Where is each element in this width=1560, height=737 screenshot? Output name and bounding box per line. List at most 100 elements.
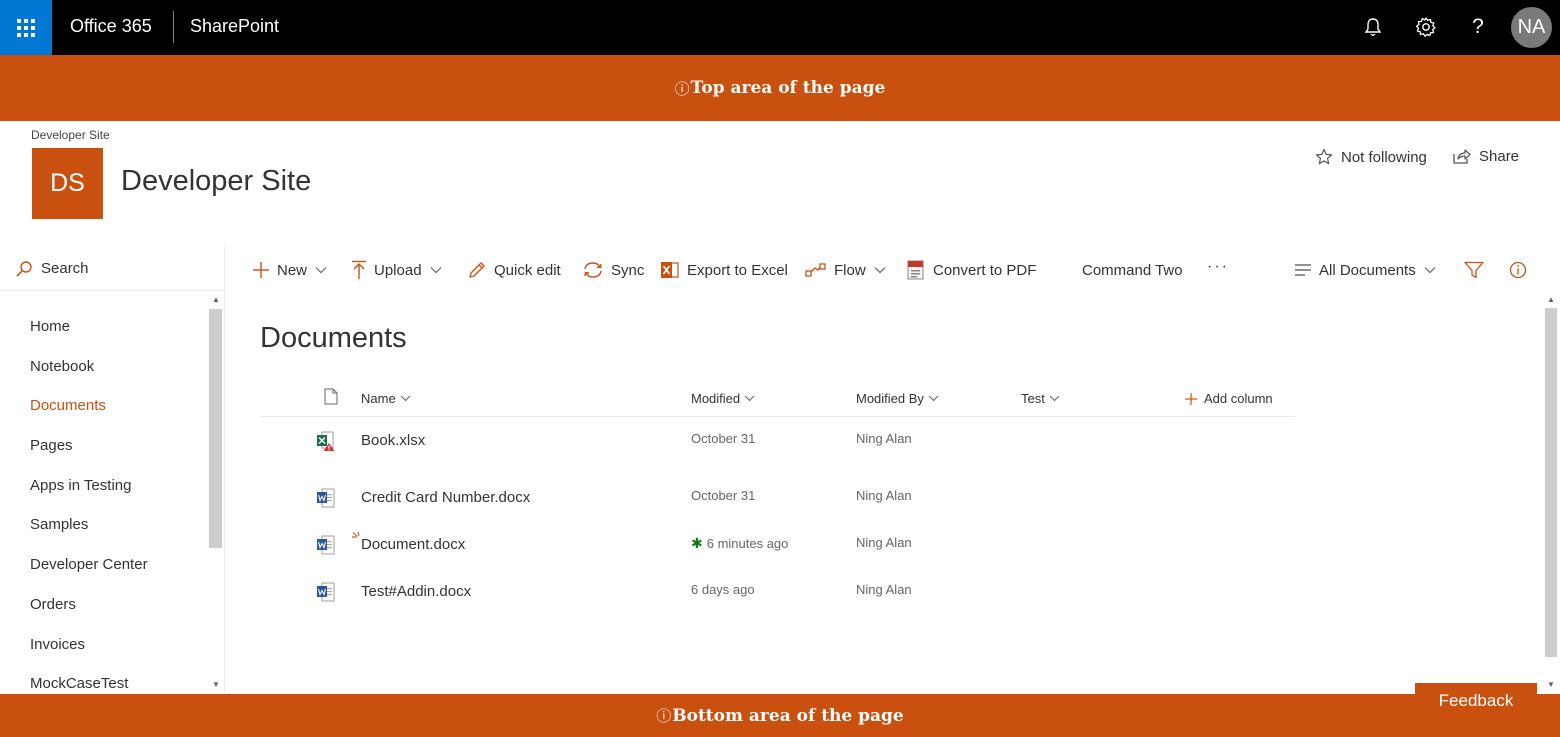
chevron-down-icon xyxy=(874,267,886,274)
chevron-down-icon xyxy=(1049,395,1060,402)
breadcrumb[interactable]: Developer Site xyxy=(31,128,110,142)
document-library: Documents Name Modified Modified By Test… xyxy=(225,293,1560,694)
help-icon: ? xyxy=(1472,15,1484,38)
chevron-down-icon xyxy=(744,395,755,402)
nav-item-documents[interactable]: Documents xyxy=(30,386,148,426)
follow-button[interactable]: Not following xyxy=(1315,148,1427,166)
table-row[interactable]: Test#Addin.docx 6 days ago Ning Alan xyxy=(260,569,1295,616)
suite-brand-link[interactable]: Office 365 xyxy=(70,16,152,37)
more-commands-button[interactable]: ··· xyxy=(1207,244,1229,290)
search-box[interactable]: Search xyxy=(0,247,224,291)
command-two-label: Command Two xyxy=(1082,261,1183,279)
main-scrollbar-thumb[interactable] xyxy=(1545,308,1557,657)
settings-button[interactable] xyxy=(1413,14,1439,40)
flow-button[interactable]: Flow xyxy=(805,247,886,293)
flow-icon xyxy=(805,263,826,277)
command-bar: New Upload Quick edit Sync Export to Exc… xyxy=(225,247,1560,293)
plus-icon xyxy=(1185,392,1197,405)
top-placeholder-text: Top area of the page xyxy=(690,78,886,98)
table-row[interactable]: Credit Card Number.docx October 31 Ning … xyxy=(260,475,1295,522)
file-name[interactable]: Book.xlsx xyxy=(361,432,425,449)
new-item-indicator-icon: ✱ xyxy=(691,535,703,551)
nav-item-notebook[interactable]: Notebook xyxy=(30,347,148,387)
site-logo[interactable]: DS xyxy=(32,148,103,219)
share-button[interactable]: Share xyxy=(1452,148,1519,165)
command-two-button[interactable]: Command Two xyxy=(1082,247,1183,293)
word-file-icon xyxy=(317,488,335,508)
nav-item-orders[interactable]: Orders xyxy=(30,585,148,625)
chevron-down-icon xyxy=(400,395,411,402)
file-name[interactable]: Document.docx xyxy=(361,536,465,553)
nav-item-apps-in-testing[interactable]: Apps in Testing xyxy=(30,466,148,506)
upload-label: Upload xyxy=(374,261,422,279)
filter-button[interactable] xyxy=(1464,247,1491,293)
star-icon xyxy=(1315,148,1333,165)
nav-scroll-up-icon[interactable]: ▲ xyxy=(212,295,220,304)
nav-item-developer-center[interactable]: Developer Center xyxy=(30,545,148,585)
main-scroll-up-icon[interactable]: ▲ xyxy=(1547,295,1555,304)
sync-button[interactable]: Sync xyxy=(582,247,644,293)
export-to-excel-button[interactable]: Export to Excel xyxy=(660,247,788,293)
flow-label: Flow xyxy=(834,261,866,279)
modified-by-column-header[interactable]: Modified By xyxy=(856,391,939,406)
chevron-down-icon xyxy=(315,267,327,274)
file-name[interactable]: Test#Addin.docx xyxy=(361,583,471,600)
modified-by-column-label: Modified By xyxy=(856,391,924,406)
main-scroll-down-icon[interactable]: ▼ xyxy=(1547,680,1555,689)
details-pane-button[interactable] xyxy=(1509,247,1534,293)
pdf-icon xyxy=(907,260,924,280)
feedback-button[interactable]: Feedback xyxy=(1415,683,1537,719)
nav-item-home[interactable]: Home xyxy=(30,307,148,347)
bell-icon xyxy=(1364,18,1382,36)
info-icon: ⓘ xyxy=(674,79,690,98)
info-icon xyxy=(1509,261,1527,279)
add-column-button[interactable]: Add column xyxy=(1185,391,1273,406)
quick-edit-button[interactable]: Quick edit xyxy=(467,247,561,293)
list-header: Name Modified Modified By Test Add colum… xyxy=(260,378,1295,417)
export-to-excel-label: Export to Excel xyxy=(687,261,788,279)
modified-date-cell: ✱ 6 minutes ago xyxy=(691,535,788,552)
app-launcher-button[interactable] xyxy=(0,0,52,55)
chevron-down-icon xyxy=(1424,267,1436,274)
table-row[interactable]: Document.docx ✱ 6 minutes ago Ning Alan xyxy=(260,522,1295,569)
modified-column-header[interactable]: Modified xyxy=(691,391,755,406)
nav-list: Home Notebook Documents Pages Apps in Te… xyxy=(30,307,148,704)
library-title: Documents xyxy=(260,322,407,354)
upload-icon xyxy=(352,260,366,279)
waffle-icon xyxy=(17,18,35,37)
user-avatar-button[interactable]: NA xyxy=(1511,7,1552,48)
add-column-label: Add column xyxy=(1204,391,1273,406)
more-icon: ··· xyxy=(1207,258,1229,275)
quick-edit-label: Quick edit xyxy=(494,261,561,279)
nav-item-samples[interactable]: Samples xyxy=(30,505,148,545)
upload-button[interactable]: Upload xyxy=(351,247,442,293)
site-header: Developer Site DS Developer Site Not fol… xyxy=(0,121,1560,247)
new-button[interactable]: New xyxy=(252,247,327,293)
filter-icon xyxy=(1464,261,1484,279)
file-name[interactable]: Credit Card Number.docx xyxy=(361,489,530,506)
nav-scrollbar-thumb[interactable] xyxy=(209,309,222,548)
name-column-header[interactable]: Name xyxy=(361,391,411,406)
bottom-placeholder-banner: ⓘ Bottom area of the page xyxy=(0,694,1560,737)
top-placeholder-banner: ⓘ Top area of the page xyxy=(0,55,1560,121)
convert-to-pdf-button[interactable]: Convert to PDF xyxy=(906,247,1036,293)
list-view-icon xyxy=(1295,264,1311,276)
modified-by: Ning Alan xyxy=(856,488,912,503)
modified-by: Ning Alan xyxy=(856,431,912,446)
modified-date: 6 minutes ago xyxy=(706,536,789,551)
nav-scroll-down-icon[interactable]: ▼ xyxy=(212,680,220,689)
table-row[interactable]: Book.xlsx October 31 Ning Alan xyxy=(260,418,1295,465)
test-column-header[interactable]: Test xyxy=(1021,391,1060,406)
help-button[interactable]: ? xyxy=(1465,14,1491,40)
modified-date: October 31 xyxy=(691,488,756,503)
chevron-down-icon xyxy=(928,395,939,402)
nav-item-invoices[interactable]: Invoices xyxy=(30,625,148,665)
nav-item-pages[interactable]: Pages xyxy=(30,426,148,466)
view-selector-button[interactable]: All Documents xyxy=(1294,247,1436,293)
word-file-icon xyxy=(317,535,335,555)
file-type-column-header[interactable] xyxy=(320,388,338,405)
excel-file-warning-icon xyxy=(317,431,335,451)
suite-app-link[interactable]: SharePoint xyxy=(190,16,279,37)
site-title[interactable]: Developer Site xyxy=(121,165,311,198)
notifications-button[interactable] xyxy=(1360,14,1386,40)
